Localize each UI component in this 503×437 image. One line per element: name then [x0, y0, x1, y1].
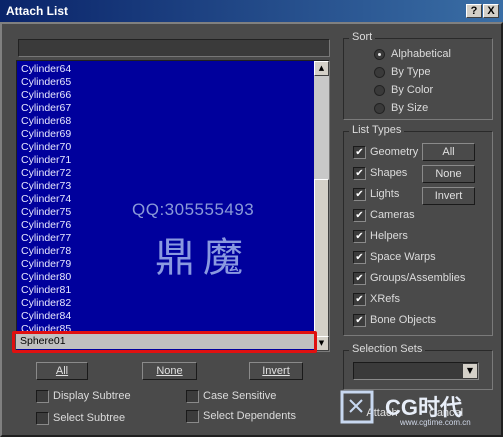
select-subtree-checkbox[interactable]: [36, 412, 49, 425]
list-scrollbar[interactable]: ▲ ▼: [314, 61, 329, 351]
list-item[interactable]: Cylinder73: [19, 180, 311, 193]
list-item[interactable]: Cylinder82: [19, 297, 311, 310]
selection-sets-group-title: Selection Sets: [349, 343, 426, 356]
select-none-button[interactable]: None: [142, 362, 197, 380]
list-type-label: XRefs: [370, 293, 400, 305]
list-type-label: Bone Objects: [370, 314, 437, 326]
selection-highlight-annotation: [12, 331, 317, 353]
list-type-checkbox[interactable]: ✔: [353, 209, 366, 222]
sort-option-label: Alphabetical: [391, 48, 451, 60]
chevron-down-icon[interactable]: ▼: [463, 364, 477, 378]
select-invert-label: Invert: [262, 365, 290, 377]
name-filter-input[interactable]: [18, 39, 330, 57]
select-all-label: All: [55, 365, 69, 377]
list-type-checkbox[interactable]: ✔: [353, 272, 366, 285]
watermark-text: 鼎魔: [155, 235, 251, 281]
sort-radio[interactable]: [374, 85, 385, 96]
scroll-thumb[interactable]: [314, 179, 329, 337]
list-types-invert-button[interactable]: Invert: [422, 187, 475, 205]
select-all-button[interactable]: All: [36, 362, 88, 380]
display-subtree-checkbox[interactable]: [36, 390, 49, 403]
list-type-label: Cameras: [370, 209, 415, 221]
list-type-checkbox[interactable]: ✔: [353, 146, 366, 159]
display-subtree-label: Display Subtree: [53, 390, 131, 402]
close-button[interactable]: X: [483, 4, 499, 18]
watermark-qq: QQ:305555493: [132, 200, 255, 219]
select-dependents-label: Select Dependents: [203, 410, 296, 422]
list-type-checkbox[interactable]: ✔: [353, 167, 366, 180]
sort-group-title: Sort: [349, 31, 376, 44]
sort-option-label: By Color: [391, 84, 434, 96]
list-types-group-title: List Types: [349, 124, 405, 137]
list-type-label: Geometry: [370, 146, 419, 158]
select-subtree-label: Select Subtree: [53, 412, 126, 424]
select-invert-button[interactable]: Invert: [249, 362, 303, 380]
list-item[interactable]: Cylinder84: [19, 310, 311, 323]
case-sensitive-label: Case Sensitive: [203, 390, 277, 402]
list-item[interactable]: Cylinder70: [19, 141, 311, 154]
sort-option-label: By Size: [391, 102, 429, 114]
select-none-label: None: [156, 365, 183, 377]
window-title: Attach List: [6, 4, 69, 18]
sort-radio[interactable]: [374, 49, 385, 60]
case-sensitive-checkbox[interactable]: [186, 390, 199, 403]
list-types-all-button[interactable]: All: [422, 143, 475, 161]
list-item[interactable]: Cylinder65: [19, 76, 311, 89]
list-types-none-button[interactable]: None: [422, 165, 475, 183]
help-button[interactable]: ?: [466, 4, 482, 18]
selection-sets-dropdown[interactable]: ▼: [353, 362, 479, 380]
cgtime-logo: CG时代 www.cgtime.com.cn: [340, 386, 500, 436]
list-item[interactable]: Cylinder69: [19, 128, 311, 141]
list-type-label: Lights: [370, 188, 400, 200]
scroll-up-icon[interactable]: ▲: [314, 61, 329, 76]
sort-option-label: By Type: [391, 66, 431, 78]
list-item[interactable]: Cylinder71: [19, 154, 311, 167]
list-type-label: Space Warps: [370, 251, 436, 263]
list-type-checkbox[interactable]: ✔: [353, 293, 366, 306]
sort-radio[interactable]: [374, 103, 385, 114]
list-item[interactable]: Cylinder67: [19, 102, 311, 115]
list-item[interactable]: Cylinder64: [19, 63, 311, 76]
logo-url: www.cgtime.com.cn: [400, 418, 471, 427]
list-type-label: Helpers: [370, 230, 408, 242]
list-type-label: Groups/Assemblies: [370, 272, 466, 284]
list-type-checkbox[interactable]: ✔: [353, 188, 366, 201]
list-type-checkbox[interactable]: ✔: [353, 314, 366, 327]
list-item[interactable]: Cylinder66: [19, 89, 311, 102]
title-bar: Attach List ? X: [0, 0, 503, 22]
sort-radio[interactable]: [374, 67, 385, 78]
list-item[interactable]: Cylinder72: [19, 167, 311, 180]
list-type-checkbox[interactable]: ✔: [353, 251, 366, 264]
list-type-label: Shapes: [370, 167, 408, 179]
list-type-checkbox[interactable]: ✔: [353, 230, 366, 243]
select-dependents-checkbox[interactable]: [186, 410, 199, 423]
list-item[interactable]: Cylinder81: [19, 284, 311, 297]
list-item[interactable]: Cylinder68: [19, 115, 311, 128]
